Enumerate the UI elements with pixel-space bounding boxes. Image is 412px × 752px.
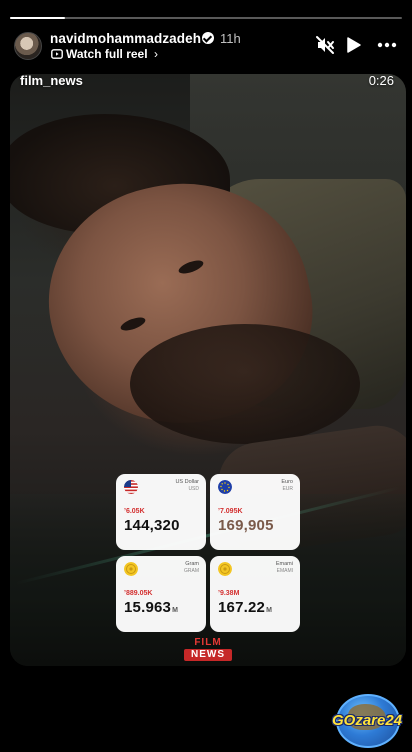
currency-code: EMAMI [276, 568, 293, 574]
rate-value: 167.22M [218, 599, 272, 616]
more-icon[interactable] [376, 34, 398, 56]
rate-unit: M [172, 607, 179, 614]
rate-card-eur: Euro EUR ’7.095K 169,905 [210, 474, 300, 550]
rate-card-gram: Gram GRAM ’889.05K 15.963M [116, 556, 206, 632]
rate-unit: M [266, 607, 273, 614]
rate-value-number: 167.22 [218, 599, 266, 616]
rate-card-emami: Emami EMAMI ’9.38M 167.22M [210, 556, 300, 632]
logo-top-text: FILM [194, 637, 222, 648]
story-header: navidmohammadzadeh 11h Watch full reel › [14, 28, 398, 64]
film-news-logo: FILM NEWS [184, 637, 232, 663]
eu-flag-icon [218, 480, 232, 494]
video-duration: 0:26 [368, 73, 394, 88]
story-video[interactable] [10, 74, 406, 666]
post-label: film_news [20, 73, 83, 88]
us-flag-icon [124, 480, 138, 494]
currency-code: EUR [282, 486, 293, 492]
video-beard [130, 324, 360, 444]
rate-change: ’6.05K [124, 508, 145, 515]
time-ago: 11h [220, 31, 241, 46]
watch-full-reel-link[interactable]: Watch full reel [66, 47, 148, 61]
story-progress-bar [10, 17, 402, 19]
story-progress-fill [10, 17, 65, 19]
rate-change: ’9.38M [218, 590, 240, 597]
reel-icon [51, 49, 63, 59]
currency-name: Emami [275, 561, 293, 567]
currency-code: USD [188, 486, 199, 492]
mute-icon[interactable] [314, 34, 336, 56]
currency-code: GRAM [184, 568, 199, 574]
rate-value-number: 15.963 [124, 599, 172, 616]
rate-card-usd: US Dollar USD ’6.05K 144,320 [116, 474, 206, 550]
rate-change: ’7.095K [218, 508, 243, 515]
chevron-right-icon: › [154, 47, 158, 61]
username[interactable]: navidmohammadzadeh [50, 31, 201, 46]
badge-text: GOzare24 [332, 712, 403, 729]
gold-coin-icon [218, 562, 232, 576]
avatar[interactable] [14, 32, 42, 60]
play-icon[interactable] [342, 34, 364, 56]
gold-coin-icon [124, 562, 138, 576]
rate-value: 15.963M [124, 599, 178, 616]
verified-icon [202, 32, 214, 44]
rate-change: ’889.05K [124, 590, 153, 597]
currency-name: US Dollar [175, 479, 199, 485]
currency-name: Gram [185, 561, 199, 567]
rate-value: 169,905 [218, 517, 274, 534]
gozare24-badge: GOzare24 [330, 694, 404, 748]
rate-value: 144,320 [124, 517, 180, 534]
logo-bottom-text: NEWS [184, 649, 232, 661]
currency-name: Euro [281, 479, 293, 485]
